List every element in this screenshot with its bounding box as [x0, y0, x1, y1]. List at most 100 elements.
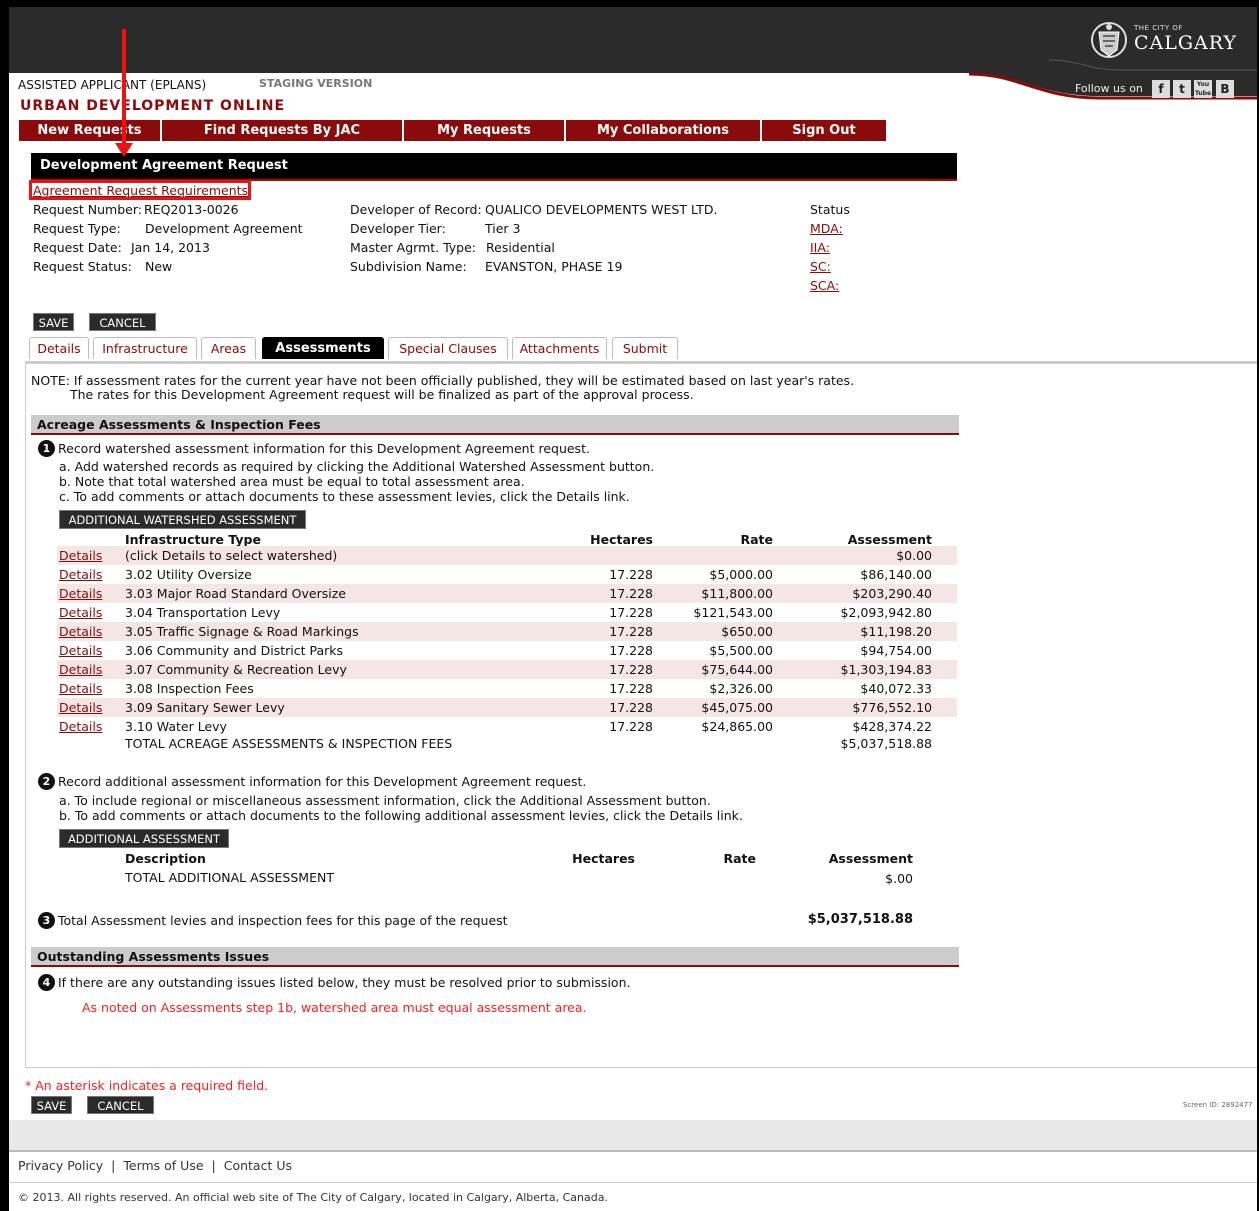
table-row: Details 3.08 Inspection Fees 17.228 $2,326.…	[57, 679, 957, 698]
step-3-icon: 3	[38, 912, 55, 929]
master-agreement-value: Residential	[486, 240, 555, 255]
tab-assessments[interactable]: Assessments	[262, 337, 384, 359]
note-line-1: NOTE: If assessment rates for the curren…	[31, 373, 855, 388]
save-button-top[interactable]: SAVE	[33, 313, 74, 331]
rate-value: $24,865.00	[701, 719, 773, 734]
rate-value: $121,543.00	[693, 605, 773, 620]
request-date-label: Request Date:	[33, 240, 122, 255]
infrastructure-type: 3.10 Water Levy	[125, 719, 227, 734]
screen-id: Screen ID: 2892477	[1183, 1101, 1253, 1109]
details-link[interactable]: Details	[59, 567, 102, 582]
outstanding-issue: As noted on Assessments step 1b, watersh…	[82, 1000, 587, 1015]
hectares-value: 17.228	[609, 662, 653, 677]
developer-tier-label: Developer Tier:	[350, 221, 446, 236]
table-row: Details 3.03 Major Road Standard Oversize…	[57, 584, 957, 603]
details-link[interactable]: Details	[59, 700, 102, 715]
col-rate: Rate	[740, 532, 773, 547]
rate-value: $45,075.00	[701, 700, 773, 715]
hectares-value: 17.228	[609, 719, 653, 734]
request-type-value: Development Agreement	[145, 221, 303, 236]
hectares-value: 17.228	[609, 643, 653, 658]
tab-submit[interactable]: Submit	[612, 337, 678, 359]
tab-attachments[interactable]: Attachments	[512, 337, 607, 359]
hectares-value: 17.228	[609, 681, 653, 696]
assessment-value: $1,303,194.83	[840, 662, 932, 677]
details-link[interactable]: Details	[59, 624, 102, 639]
details-link[interactable]: Details	[59, 662, 102, 677]
tab-special-clauses[interactable]: Special Clauses	[388, 337, 508, 359]
cancel-button-top[interactable]: CANCEL	[89, 313, 156, 331]
required-note-text: An asterisk indicates a required field.	[31, 1078, 269, 1093]
blog-icon[interactable]: B	[1216, 80, 1234, 98]
tab-details[interactable]: Details	[29, 337, 89, 359]
infrastructure-type: 3.04 Transportation Levy	[125, 605, 281, 620]
details-link[interactable]: Details	[59, 586, 102, 601]
table-row: Details 3.04 Transportation Levy 17.228 $12…	[57, 603, 957, 622]
hectares-value: 17.228	[609, 586, 653, 601]
logo-small-text: THE CITY OF	[1134, 24, 1183, 32]
privacy-policy-link[interactable]: Privacy Policy	[18, 1158, 103, 1173]
hectares-value: 17.228	[609, 624, 653, 639]
additional-assessment-button[interactable]: ADDITIONAL ASSESSMENT	[59, 829, 229, 848]
cancel-button-bottom[interactable]: CANCEL	[87, 1096, 154, 1114]
additional-watershed-button[interactable]: ADDITIONAL WATERSHED ASSESSMENT	[59, 510, 306, 529]
twitter-icon[interactable]: t	[1173, 80, 1191, 98]
status-link-sca[interactable]: SCA:	[810, 278, 839, 293]
details-link[interactable]: Details	[59, 605, 102, 620]
status-link-mda[interactable]: MDA:	[810, 221, 843, 236]
contact-us-link[interactable]: Contact Us	[224, 1158, 292, 1173]
step-1a-text: a. Add watershed records as required by …	[59, 459, 655, 474]
rate-value: $5,000.00	[709, 567, 773, 582]
terms-of-use-link[interactable]: Terms of Use	[123, 1158, 203, 1173]
save-button-bottom[interactable]: SAVE	[31, 1096, 72, 1114]
infrastructure-type: 3.08 Inspection Fees	[125, 681, 254, 696]
page-title: Development Agreement Request	[40, 158, 288, 173]
footer-separator: |	[111, 1158, 116, 1173]
youtube-icon[interactable]: You Tube	[1194, 80, 1212, 98]
staging-label: STAGING VERSION	[259, 77, 373, 90]
total-acreage-value: $5,037,518.88	[840, 736, 932, 751]
nav-my-requests[interactable]: My Requests	[404, 120, 566, 141]
total-acreage-label: TOTAL ACREAGE ASSESSMENTS & INSPECTION F…	[125, 736, 453, 751]
table-row: Details (click Details to select watershe…	[57, 546, 957, 565]
col-add-rate: Rate	[723, 851, 756, 866]
hectares-value: 17.228	[609, 700, 653, 715]
copyright: © 2013. All rights reserved. An official…	[18, 1191, 608, 1204]
nav-sign-out[interactable]: Sign Out	[762, 120, 888, 141]
facebook-icon[interactable]: f	[1152, 80, 1170, 98]
col-hectares: Hectares	[590, 532, 653, 547]
details-link[interactable]: Details	[59, 719, 102, 734]
details-link[interactable]: Details	[59, 643, 102, 658]
annotation-arrow-head	[115, 143, 133, 157]
tab-infrastructure[interactable]: Infrastructure	[93, 337, 197, 359]
developer-tier-value: Tier 3	[485, 221, 521, 236]
assessment-value: $0.00	[896, 548, 932, 563]
requirements-link[interactable]: Agreement Request Requirements	[33, 183, 248, 198]
note-line-2: The rates for this Development Agreement…	[70, 387, 694, 402]
table-row: Details 3.02 Utility Oversize 17.228 $5,000…	[57, 565, 957, 584]
step-2b-text: b. To add comments or attach documents t…	[59, 808, 743, 823]
nav-find-requests[interactable]: Find Requests By JAC	[162, 120, 404, 141]
step-4-text: If there are any outstanding issues list…	[58, 975, 631, 990]
window-frame-left	[0, 0, 9, 1211]
nav-new-requests[interactable]: New Requests	[19, 120, 162, 141]
table-row: Details 3.05 Traffic Signage & Road Marki…	[57, 622, 957, 641]
infrastructure-type: 3.07 Community & Recreation Levy	[125, 662, 347, 677]
status-link-sc[interactable]: SC:	[810, 259, 831, 274]
details-link[interactable]: Details	[59, 548, 102, 563]
nav-my-collaborations[interactable]: My Collaborations	[566, 120, 762, 141]
details-link[interactable]: Details	[59, 681, 102, 696]
status-link-iia[interactable]: IIA:	[810, 240, 830, 255]
col-add-hectares: Hectares	[572, 851, 635, 866]
step-1-text: Record watershed assessment information …	[58, 441, 590, 456]
request-number-label: Request Number:	[33, 202, 142, 217]
col-assessment: Assessment	[847, 532, 932, 547]
logo-text: CALGARY	[1134, 32, 1238, 54]
step-4-icon: 4	[38, 974, 55, 991]
section-acreage-header: Acreage Assessments & Inspection Fees	[31, 415, 959, 435]
infrastructure-type: 3.03 Major Road Standard Oversize	[125, 586, 346, 601]
step-2a-text: a. To include regional or miscellaneous …	[59, 793, 711, 808]
subdivision-value: EVANSTON, PHASE 19	[485, 259, 623, 274]
tab-areas[interactable]: Areas	[201, 337, 256, 359]
assessment-value: $40,072.33	[860, 681, 932, 696]
